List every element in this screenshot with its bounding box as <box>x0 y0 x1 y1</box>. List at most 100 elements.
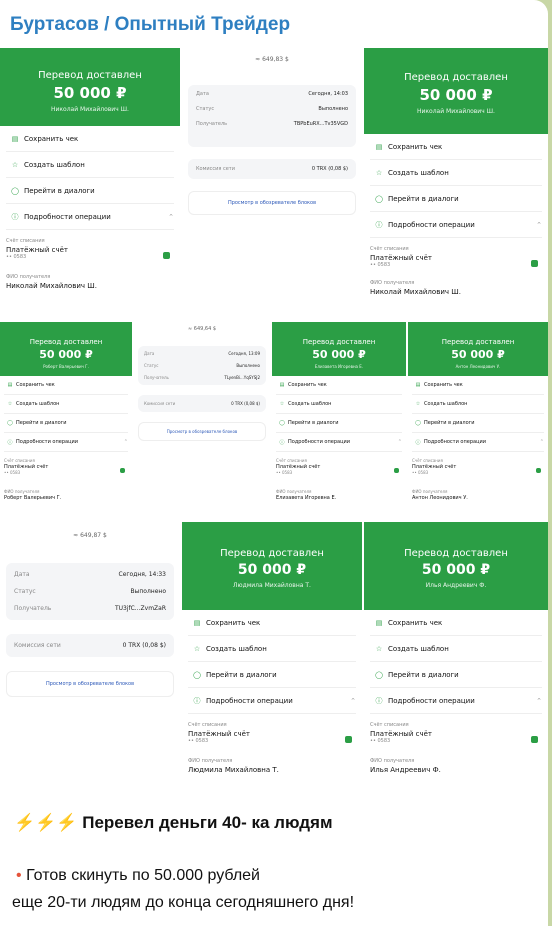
go-to-dialog-row[interactable]: ◯ Перейти в диалоги <box>370 662 542 688</box>
info-icon: ⓘ <box>279 439 285 446</box>
chevron-up-icon: ⌃ <box>539 439 544 445</box>
usd-amount: ≈ 649,83 $ <box>255 56 289 63</box>
save-receipt-row[interactable]: ▤ Сохранить чек <box>276 376 402 395</box>
star-icon: ☆ <box>11 160 19 169</box>
create-template-row[interactable]: ☆ Создать шаблон <box>370 636 542 662</box>
operation-details-row[interactable]: ⓘ Подробности операции ⌃ <box>412 433 544 452</box>
go-to-dialog-row[interactable]: ◯ Перейти в диалоги <box>370 186 542 212</box>
account-badge <box>531 260 538 267</box>
info-icon: ⓘ <box>375 220 383 229</box>
save-receipt-row[interactable]: ▤ Сохранить чек <box>188 610 356 636</box>
account-badge <box>531 736 538 743</box>
receipt-icon: ▤ <box>375 142 383 151</box>
crypto-screenshot-1[interactable]: ≈ 649,83 $ Дата Сегодня, 14:03 Статус Выпо… <box>182 48 362 320</box>
crypto-screenshot-3[interactable]: ≈ 649,87 $ Дата Сегодня, 14:33 Статус Выпо… <box>0 522 180 798</box>
tx-card: Дата Сегодня, 14:03 Статус Выполнено Получ… <box>188 85 356 147</box>
go-to-dialog-row[interactable]: ◯ Перейти в диалоги <box>188 662 356 688</box>
explorer-link[interactable]: Просмотр в обозревателе блоков <box>6 671 174 697</box>
chevron-up-icon: ⌃ <box>350 696 356 705</box>
message-line-2: • Готов скинуть по 50.000 рублей <box>16 867 260 884</box>
receipt-screenshot-6[interactable]: Перевод доставлен 50 000 ₽ Людмила Михай… <box>182 522 362 798</box>
receipt-screenshot-1[interactable]: Перевод доставлен 50 000 ₽ Николай Михай… <box>0 48 180 320</box>
account-mask: •• 0583 <box>6 254 27 260</box>
recipient-full-name: Николай Михайлович Ш. <box>6 282 97 290</box>
receipt-icon: ▤ <box>279 382 285 388</box>
info-icon: ⓘ <box>193 696 201 705</box>
operation-details-row[interactable]: ⓘ Подробности операции ⌃ <box>4 433 128 452</box>
save-receipt-row[interactable]: ▤ Сохранить чек <box>370 610 542 636</box>
chevron-up-icon: ⌃ <box>536 696 542 705</box>
chevron-up-icon: ⌃ <box>536 220 542 229</box>
star-icon: ☆ <box>193 644 201 653</box>
channel-title[interactable]: Буртасов / Опытный Трейдер <box>10 14 290 36</box>
bullet-icon: • <box>16 867 22 884</box>
receipt-screenshot-5[interactable]: Перевод доставлен 50 000 ₽ Антон Леонидо… <box>408 322 548 520</box>
create-template-row[interactable]: ☆ Создать шаблон <box>6 152 174 178</box>
tx-card: Дата Сегодня, 13:09 Статус Выполнено Получ… <box>138 346 266 385</box>
create-template-row[interactable]: ☆ Создать шаблон <box>188 636 356 662</box>
tx-card: Дата Сегодня, 14:33 Статус Выполнено Получ… <box>6 563 174 620</box>
operation-details-row[interactable]: ⓘ Подробности операции ⌃ <box>6 204 174 230</box>
info-icon: ⓘ <box>375 696 383 705</box>
go-to-dialog-row[interactable]: ◯ Перейти в диалоги <box>6 178 174 204</box>
chat-icon: ◯ <box>11 186 19 195</box>
create-template-row[interactable]: ☆ Создать шаблон <box>4 395 128 414</box>
star-icon: ☆ <box>279 401 285 407</box>
message-bubble: Буртасов / Опытный Трейдер Перевод доста… <box>0 0 548 926</box>
save-receipt-row[interactable]: ▤ Сохранить чек <box>6 126 174 152</box>
account-badge <box>394 468 399 473</box>
recipient-name: Николай Михайлович Ш. <box>51 106 129 113</box>
info-icon: ⓘ <box>415 439 421 446</box>
save-receipt-row[interactable]: ▤ Сохранить чек <box>370 134 542 160</box>
account-name: Платёжный счёт <box>6 246 68 254</box>
recipient-label: ФИО получателя <box>6 274 51 280</box>
go-to-dialog-row[interactable]: ◯ Перейти в диалоги <box>412 414 544 433</box>
receipt-icon: ▤ <box>7 382 13 388</box>
lightning-icon: ⚡⚡⚡ <box>14 813 78 832</box>
crypto-screenshot-2[interactable]: ≈ 649,64 $ Дата Сегодня, 13:09 Статус Выпо… <box>134 322 270 520</box>
receipt-screenshot-4[interactable]: Перевод доставлен 50 000 ₽ Елизавета Иго… <box>272 322 406 520</box>
operation-details-row[interactable]: ⓘ Подробности операции ⌃ <box>370 688 542 714</box>
save-receipt-row[interactable]: ▤ Сохранить чек <box>4 376 128 395</box>
create-template-row[interactable]: ☆ Создать шаблон <box>370 160 542 186</box>
chat-icon: ◯ <box>375 194 383 203</box>
account-badge <box>163 252 170 259</box>
account-badge <box>345 736 352 743</box>
go-to-dialog-row[interactable]: ◯ Перейти в диалоги <box>276 414 402 433</box>
receipt-screenshot-7[interactable]: Перевод доставлен 50 000 ₽ Илья Андрееви… <box>364 522 548 798</box>
chat-icon: ◯ <box>375 670 383 679</box>
chat-icon: ◯ <box>279 420 285 426</box>
info-icon: ⓘ <box>7 439 13 446</box>
chevron-up-icon: ⌃ <box>397 439 402 445</box>
star-icon: ☆ <box>415 401 421 407</box>
usd-amount: ≈ 649,87 $ <box>73 532 107 539</box>
receipt-icon: ▤ <box>193 618 201 627</box>
operation-details-row[interactable]: ⓘ Подробности операции ⌃ <box>188 688 356 714</box>
usd-amount: ≈ 649,64 $ <box>188 326 217 332</box>
fee-card: Комиссия сети 0 TRX (0,08 $) <box>138 395 266 412</box>
explorer-link[interactable]: Просмотр в обозревателе блоков <box>188 191 356 215</box>
receipt-icon: ▤ <box>415 382 421 388</box>
debit-account-label: Счёт списания <box>6 238 45 244</box>
chevron-up-icon: ⌃ <box>168 212 174 221</box>
receipt-screenshot-3[interactable]: Перевод доставлен 50 000 ₽ Роберт Валерь… <box>0 322 132 520</box>
create-template-row[interactable]: ☆ Создать шаблон <box>412 395 544 414</box>
delivered-title: Перевод доставлен <box>38 70 142 81</box>
receipt-screenshot-2[interactable]: Перевод доставлен 50 000 ₽ Николай Михай… <box>364 48 548 320</box>
go-to-dialog-row[interactable]: ◯ Перейти в диалоги <box>4 414 128 433</box>
receipt-icon: ▤ <box>375 618 383 627</box>
message-line-1: ⚡⚡⚡ Перевел деньги 40- ка людям <box>14 813 333 832</box>
star-icon: ☆ <box>375 644 383 653</box>
operation-details-row[interactable]: ⓘ Подробности операции ⌃ <box>276 433 402 452</box>
create-template-row[interactable]: ☆ Создать шаблон <box>276 395 402 414</box>
chat-icon: ◯ <box>415 420 421 426</box>
explorer-link[interactable]: Просмотр в обозревателе блоков <box>138 422 266 441</box>
star-icon: ☆ <box>375 168 383 177</box>
fee-card: Комиссия сети 0 TRX (0,08 $) <box>6 634 174 657</box>
info-icon: ⓘ <box>11 212 19 221</box>
message-line-3: еще 20-ти людям до конца сегодняшнего дн… <box>12 894 355 911</box>
operation-details-row[interactable]: ⓘ Подробности операции ⌃ <box>370 212 542 238</box>
star-icon: ☆ <box>7 401 13 407</box>
receipt-icon: ▤ <box>11 134 19 143</box>
save-receipt-row[interactable]: ▤ Сохранить чек <box>412 376 544 395</box>
